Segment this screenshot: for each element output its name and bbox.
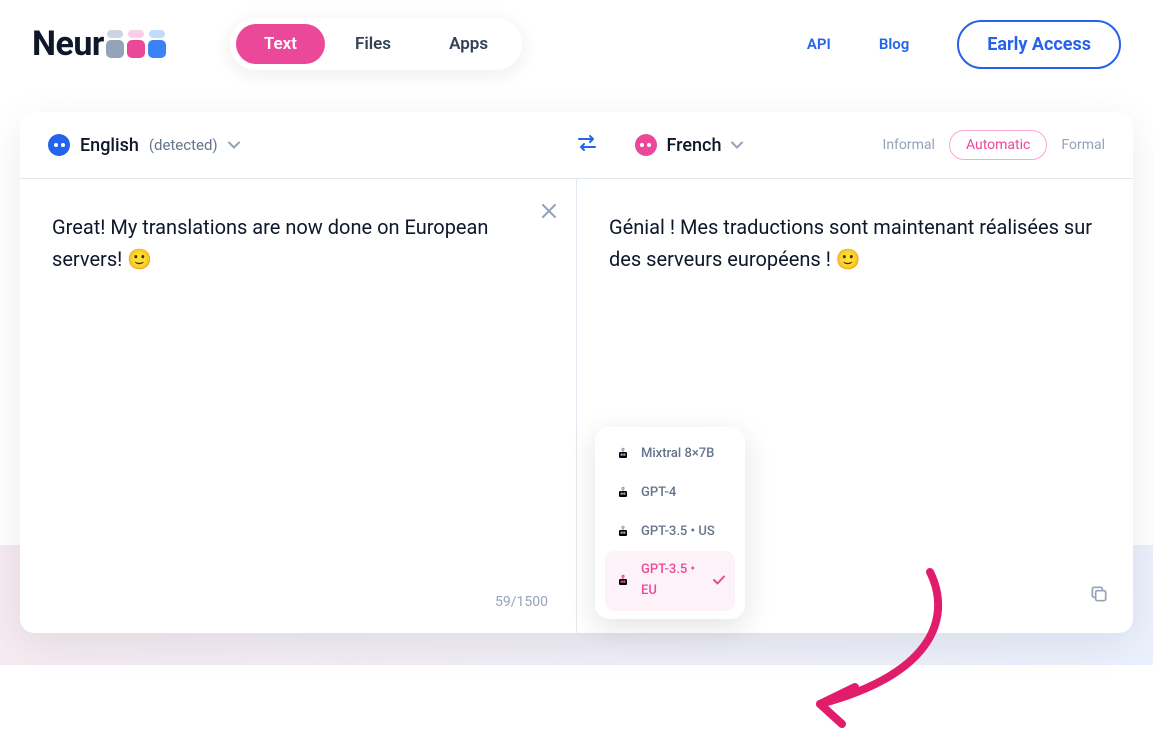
tab-files[interactable]: Files — [327, 24, 419, 64]
translation-card: English (detected) French — [20, 112, 1133, 633]
card-header: English (detected) French — [20, 112, 1133, 179]
copy-button[interactable] — [1089, 581, 1109, 613]
model-option-mixtral[interactable]: Mixtral 8×7B — [605, 435, 735, 474]
char-count: 59/1500 — [495, 591, 548, 613]
model-option-gpt35-eu[interactable]: GPT-3.5 • EU — [605, 551, 735, 611]
source-language-name: English — [80, 135, 139, 156]
formality-informal[interactable]: Informal — [883, 137, 935, 153]
tab-text[interactable]: Text — [236, 24, 325, 64]
model-label: GPT-3.5 • US — [641, 522, 715, 543]
tab-apps[interactable]: Apps — [421, 24, 516, 64]
swap-languages-button[interactable] — [577, 134, 597, 157]
logo-text: Neur — [32, 24, 104, 64]
model-label: GPT-4 — [641, 483, 676, 504]
early-access-button[interactable]: Early Access — [957, 20, 1121, 69]
model-label: Mixtral 8×7B — [641, 444, 714, 465]
source-text[interactable]: Great! My translations are now done on E… — [52, 211, 544, 275]
model-dropdown: Mixtral 8×7B GPT-4 GPT-3.5 • US GPT-3.5 … — [595, 427, 745, 619]
source-detected-label: (detected) — [149, 136, 218, 154]
source-text-pane[interactable]: Great! My translations are now done on E… — [20, 179, 577, 633]
source-language-icon — [48, 134, 70, 156]
chevron-down-icon — [228, 138, 240, 152]
logo-dots-icon — [106, 30, 166, 58]
formality-formal[interactable]: Formal — [1061, 137, 1105, 153]
robot-icon — [615, 573, 631, 589]
clear-source-button[interactable] — [540, 197, 558, 229]
chevron-down-icon — [731, 138, 743, 152]
formality-automatic[interactable]: Automatic — [949, 130, 1047, 160]
nav-link-api[interactable]: API — [807, 35, 831, 53]
robot-icon — [615, 485, 631, 501]
check-icon — [713, 572, 725, 591]
target-text-pane: Génial ! Mes traductions sont maintenant… — [577, 179, 1133, 633]
target-language-name: French — [667, 135, 722, 156]
target-text: Génial ! Mes traductions sont maintenant… — [609, 211, 1101, 275]
logo[interactable]: Neur — [32, 24, 166, 64]
model-option-gpt4[interactable]: GPT-4 — [605, 474, 735, 513]
source-language-selector[interactable]: English (detected) — [48, 134, 577, 156]
formality-selector: Informal Automatic Formal — [883, 130, 1105, 160]
target-language-icon — [635, 134, 657, 156]
target-language-selector[interactable]: French — [635, 134, 744, 156]
nav-link-blog[interactable]: Blog — [879, 35, 909, 53]
model-label: GPT-3.5 • EU — [641, 560, 703, 602]
nav-pills: Text Files Apps — [230, 18, 522, 70]
robot-icon — [615, 524, 631, 540]
robot-icon — [615, 446, 631, 462]
model-option-gpt35-us[interactable]: GPT-3.5 • US — [605, 513, 735, 552]
